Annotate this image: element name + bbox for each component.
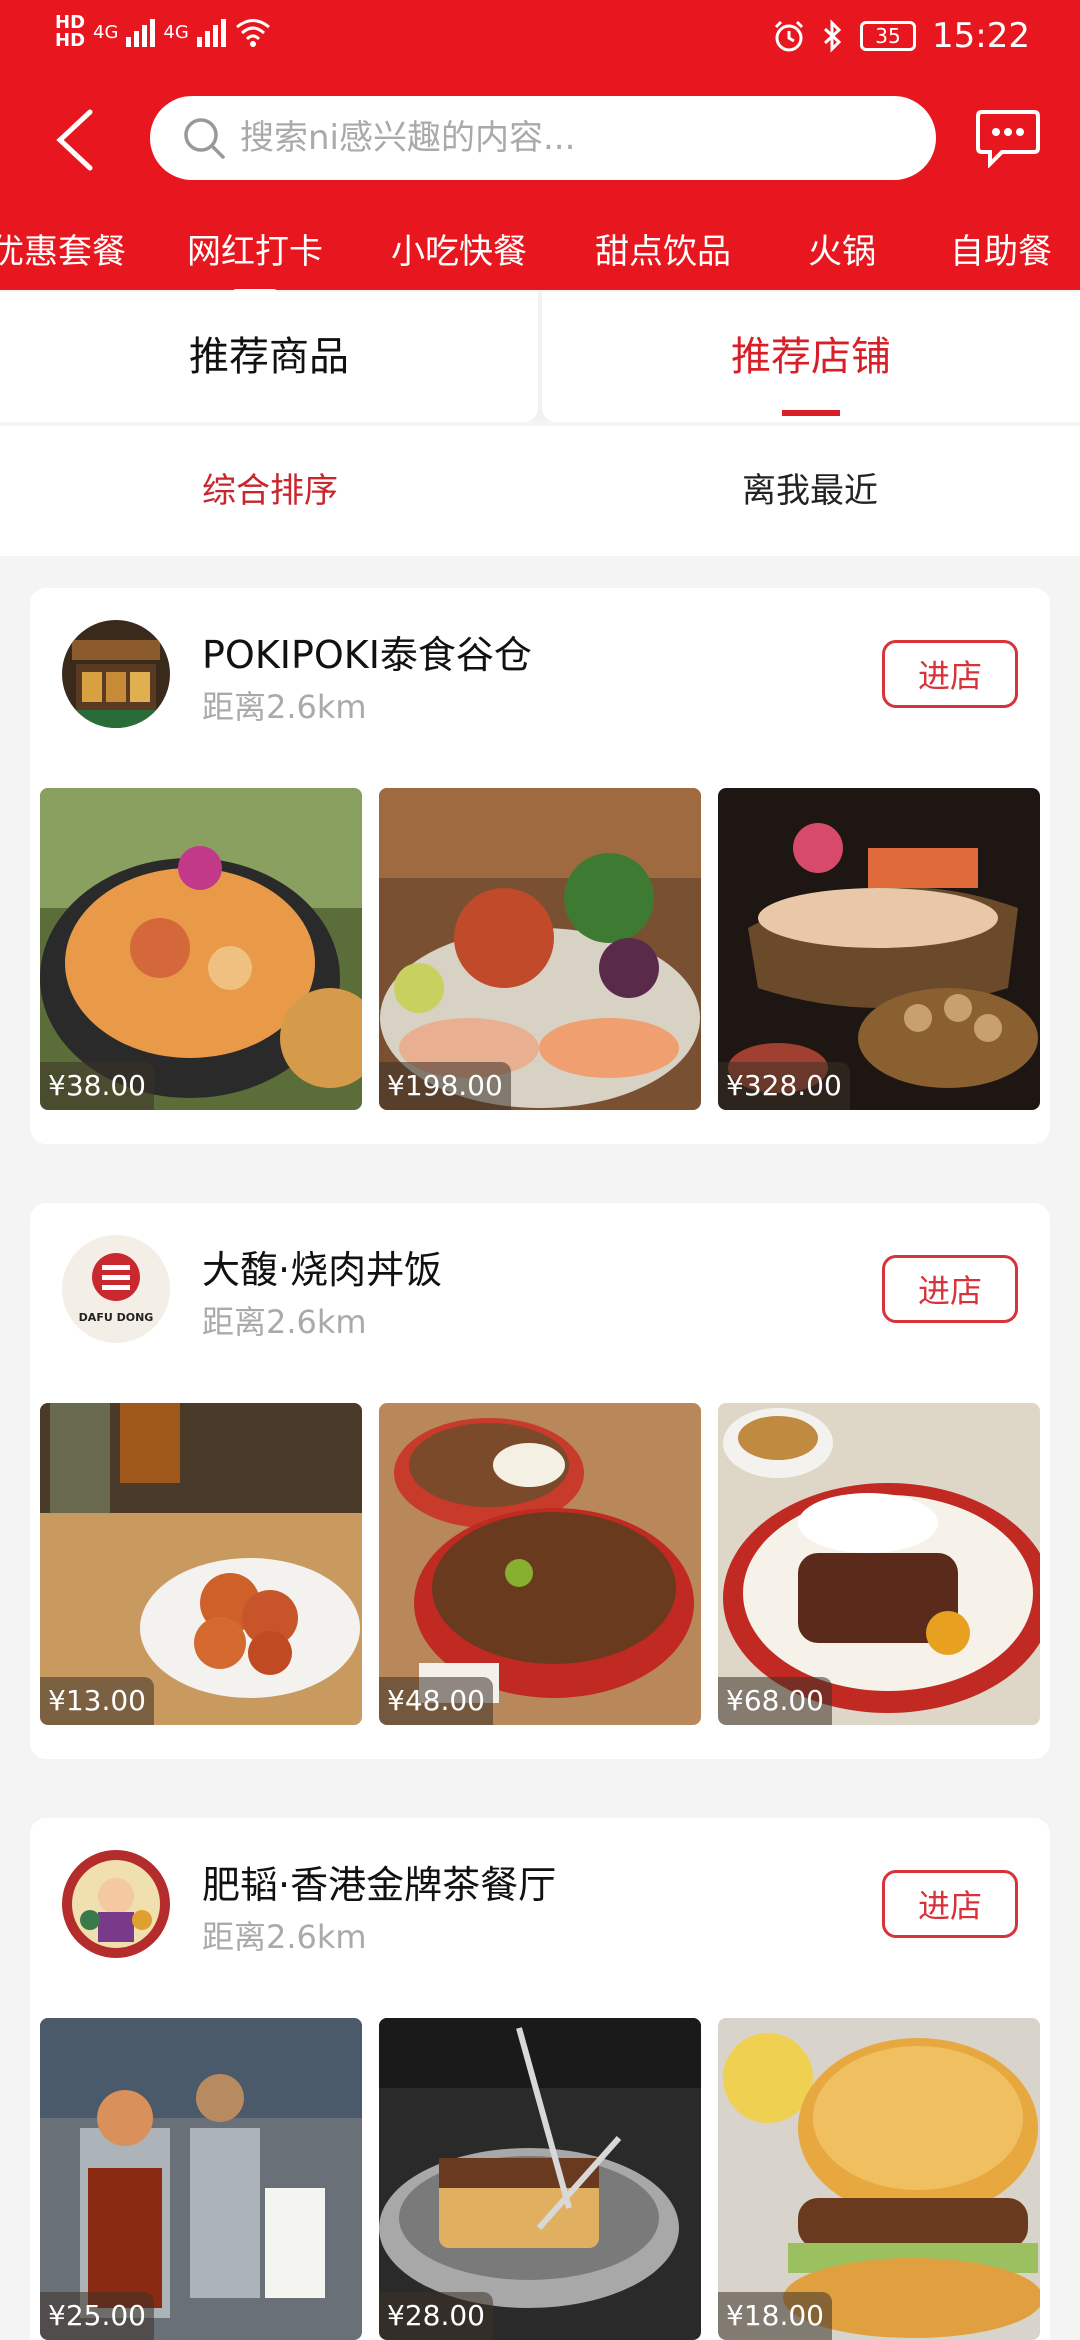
product-price: ¥13.00	[40, 1677, 154, 1725]
signal-icon	[196, 17, 226, 47]
product-price: ¥28.00	[379, 2292, 493, 2340]
search-box[interactable]	[150, 96, 936, 180]
store-distance: 距离2.6km	[202, 688, 367, 726]
enter-store-button[interactable]: 进店	[882, 1870, 1018, 1938]
tab-recommended-shops[interactable]: 推荐店铺	[542, 292, 1080, 422]
product-image[interactable]: ¥25.00	[40, 2018, 362, 2340]
battery-icon: 35	[860, 21, 917, 51]
enter-store-button[interactable]: 进店	[882, 1255, 1018, 1323]
store-name[interactable]: 肥韬·香港金牌茶餐厅	[202, 1854, 556, 1909]
product-price: ¥198.00	[379, 1062, 511, 1110]
sort-general[interactable]: 综合排序	[0, 426, 540, 556]
store-distance: 距离2.6km	[202, 1303, 367, 1341]
sort-nearest[interactable]: 离我最近	[540, 426, 1080, 556]
product-price: ¥68.00	[718, 1677, 832, 1725]
product-image[interactable]: ¥38.00	[40, 788, 362, 1110]
search-icon	[184, 118, 225, 159]
category-tab[interactable]: 小吃快餐	[391, 224, 527, 273]
category-tabs: 优惠套餐 网红打卡 小吃快餐 甜点饮品 火锅 自助餐	[0, 210, 1080, 295]
product-price: ¥48.00	[379, 1677, 493, 1725]
store-name[interactable]: POKIPOKI泰食谷仓	[202, 624, 532, 679]
network-type-2: 4G	[163, 21, 189, 43]
store-logo	[62, 620, 170, 728]
back-arrow-icon[interactable]	[52, 108, 96, 172]
category-tab[interactable]: 优惠套餐	[0, 224, 126, 273]
product-price: ¥25.00	[40, 2292, 154, 2340]
category-tab-active[interactable]: 网红打卡	[187, 224, 323, 295]
store-logo	[62, 1850, 170, 1958]
status-right: 35 15:22	[772, 16, 1030, 56]
enter-store-button[interactable]: 进店	[882, 640, 1018, 708]
store-name[interactable]: 大馥·烧肉丼饭	[202, 1239, 442, 1294]
product-image[interactable]: ¥28.00	[379, 2018, 701, 2340]
category-tab[interactable]: 甜点饮品	[595, 224, 731, 273]
store-logo: DAFU DONG	[62, 1235, 170, 1343]
product-image[interactable]: ¥18.00	[718, 2018, 1040, 2340]
product-price: ¥38.00	[40, 1062, 154, 1110]
status-left: HD HD 4G 4G	[55, 14, 272, 50]
network-type-1: 4G	[93, 21, 119, 43]
wifi-icon	[235, 19, 270, 47]
sort-bar: 综合排序 离我最近	[0, 426, 1080, 556]
tab-recommended-goods[interactable]: 推荐商品	[0, 292, 538, 422]
bluetooth-icon	[823, 19, 842, 53]
alarm-icon	[774, 20, 804, 52]
store-card[interactable]: DAFU DONG 大馥·烧肉丼饭 距离2.6km 进店 ¥13.00 ¥48.…	[30, 1203, 1050, 1759]
message-icon[interactable]	[976, 108, 1040, 168]
category-tab[interactable]: 火锅	[808, 224, 876, 273]
store-logo-text: DAFU DONG	[79, 1311, 154, 1324]
category-tab[interactable]: 自助餐	[950, 224, 1052, 273]
product-image[interactable]: ¥328.00	[718, 788, 1040, 1110]
product-image[interactable]: ¥198.00	[379, 788, 701, 1110]
hd-icon: HD HD	[55, 12, 86, 51]
store-card[interactable]: POKIPOKI泰食谷仓 距离2.6km 进店 ¥38.00 ¥198.00 ¥…	[30, 588, 1050, 1144]
clock: 15:22	[932, 16, 1030, 56]
product-price: ¥328.00	[718, 1062, 850, 1110]
store-distance: 距离2.6km	[202, 1918, 367, 1956]
store-card[interactable]: 肥韬·香港金牌茶餐厅 距离2.6km 进店 ¥25.00 ¥28.00 ¥18.…	[30, 1818, 1050, 2340]
product-image[interactable]: ¥68.00	[718, 1403, 1040, 1725]
search-input[interactable]	[240, 110, 900, 166]
product-price: ¥18.00	[718, 2292, 832, 2340]
product-image[interactable]: ¥48.00	[379, 1403, 701, 1725]
product-image[interactable]: ¥13.00	[40, 1403, 362, 1725]
content-tabs: 推荐商品 推荐店铺	[0, 292, 1080, 422]
header: HDHD 4G 4G 35 15:22 优惠套餐 网红打卡 小吃快餐 甜点饮品 …	[0, 0, 1080, 295]
status-bar: HD HD 4G 4G 35 15:22	[0, 0, 1080, 75]
signal-icon	[126, 17, 156, 47]
